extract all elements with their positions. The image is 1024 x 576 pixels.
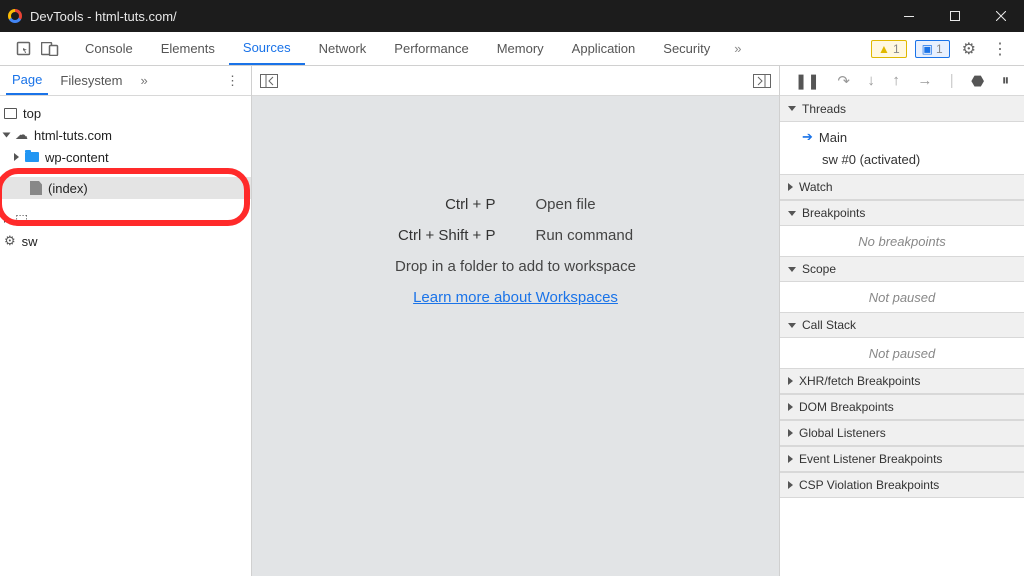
- section-callstack[interactable]: Call Stack: [780, 312, 1024, 338]
- nav-tab-filesystem[interactable]: Filesystem: [54, 66, 128, 95]
- collapse-icon: [14, 153, 19, 161]
- thread-main[interactable]: ➔Main: [780, 126, 1024, 148]
- debugger-sidebar: ❚❚ ↷ ↓ ↑ → | ⬣ ⏸ Threads ➔Main sw #0 (ac…: [780, 66, 1024, 576]
- tree-top-frame[interactable]: top: [0, 102, 251, 124]
- section-csp-breakpoints[interactable]: CSP Violation Breakpoints: [780, 472, 1024, 498]
- sources-editor: Ctrl + P Open file Ctrl + Shift + P Run …: [252, 66, 780, 576]
- shortcut-open-file-label: Open file: [536, 196, 636, 213]
- workspaces-link[interactable]: Learn more about Workspaces: [395, 289, 636, 306]
- step-icon[interactable]: →: [917, 72, 932, 89]
- cloud-icon: ☁: [15, 127, 28, 143]
- minimize-icon: [904, 16, 914, 17]
- folder-icon: [25, 152, 39, 162]
- tree-wp-content[interactable]: wp-content: [0, 146, 251, 168]
- separator-icon: |: [950, 72, 954, 89]
- close-icon: [996, 11, 1006, 21]
- tab-elements[interactable]: Elements: [147, 32, 229, 65]
- maximize-button[interactable]: [932, 0, 978, 32]
- chrome-logo-icon: [8, 9, 22, 23]
- minimize-button[interactable]: [886, 0, 932, 32]
- step-out-icon[interactable]: ↑: [892, 72, 900, 89]
- more-menu-icon[interactable]: ⋮: [988, 35, 1012, 63]
- section-event-breakpoints[interactable]: Event Listener Breakpoints: [780, 446, 1024, 472]
- section-breakpoints[interactable]: Breakpoints: [780, 200, 1024, 226]
- section-xhr-breakpoints[interactable]: XHR/fetch Breakpoints: [780, 368, 1024, 394]
- shortcut-run-command: Ctrl + Shift + P: [395, 227, 495, 244]
- pause-icon[interactable]: ❚❚: [795, 72, 820, 90]
- navigator-more-icon[interactable]: ⋮: [226, 73, 245, 89]
- tree-domain[interactable]: ☁ html-tuts.com: [0, 124, 251, 146]
- tab-memory[interactable]: Memory: [483, 32, 558, 65]
- section-threads[interactable]: Threads: [780, 96, 1024, 122]
- tree-webpack[interactable]: ⬚: [0, 208, 251, 230]
- step-into-icon[interactable]: ↓: [867, 72, 875, 89]
- tab-console[interactable]: Console: [71, 32, 147, 65]
- more-tabs-icon[interactable]: »: [724, 41, 751, 56]
- expand-icon: [3, 133, 11, 138]
- section-scope[interactable]: Scope: [780, 256, 1024, 282]
- callstack-empty: Not paused: [780, 338, 1024, 368]
- pause-on-exceptions-icon[interactable]: ⏸: [1002, 72, 1010, 89]
- file-icon: [30, 181, 42, 195]
- messages-count: 1: [936, 42, 943, 56]
- tree-index-file[interactable]: (index): [0, 177, 251, 199]
- gear-icon: ⚙: [4, 233, 16, 249]
- step-over-icon[interactable]: ↷: [837, 72, 850, 90]
- navigator-panel: Page Filesystem » ⋮ top ☁ html-tuts.com …: [0, 66, 252, 576]
- drop-folder-hint: Drop in a folder to add to workspace: [395, 258, 636, 275]
- close-button[interactable]: [978, 0, 1024, 32]
- webpack-icon: ⬚: [15, 211, 28, 228]
- thread-sw[interactable]: sw #0 (activated): [780, 148, 1024, 170]
- warnings-count: 1: [893, 42, 900, 56]
- active-thread-icon: ➔: [802, 129, 813, 145]
- file-tree: top ☁ html-tuts.com wp-content (index) ⬚: [0, 96, 251, 258]
- device-toggle-icon[interactable]: [41, 42, 59, 56]
- tab-security[interactable]: Security: [649, 32, 724, 65]
- message-icon: ▣: [922, 42, 933, 56]
- settings-gear-icon[interactable]: ⚙: [958, 35, 980, 63]
- nav-more-icon[interactable]: »: [135, 73, 154, 88]
- tab-network[interactable]: Network: [305, 32, 381, 65]
- inspect-element-icon[interactable]: [16, 41, 31, 56]
- warnings-badge[interactable]: ▲ 1: [871, 40, 907, 58]
- warning-icon: ▲: [878, 42, 890, 56]
- section-watch[interactable]: Watch: [780, 174, 1024, 200]
- breakpoints-empty: No breakpoints: [780, 226, 1024, 256]
- collapse-icon: [4, 215, 9, 223]
- deactivate-breakpoints-icon[interactable]: ⬣: [971, 72, 984, 90]
- section-dom-breakpoints[interactable]: DOM Breakpoints: [780, 394, 1024, 420]
- shortcut-run-command-label: Run command: [536, 227, 636, 244]
- tab-sources[interactable]: Sources: [229, 32, 305, 65]
- devtools-tabsbar: Console Elements Sources Network Perform…: [0, 32, 1024, 66]
- window-title: DevTools - html-tuts.com/: [30, 9, 177, 24]
- show-navigator-icon[interactable]: [260, 74, 278, 88]
- shortcut-open-file: Ctrl + P: [395, 196, 495, 213]
- messages-badge[interactable]: ▣ 1: [915, 40, 950, 58]
- nav-tab-page[interactable]: Page: [6, 66, 48, 95]
- tab-application[interactable]: Application: [558, 32, 650, 65]
- window-titlebar: DevTools - html-tuts.com/: [0, 0, 1024, 32]
- maximize-icon: [950, 11, 960, 21]
- frame-icon: [4, 108, 17, 119]
- scope-empty: Not paused: [780, 282, 1024, 312]
- show-debugger-icon[interactable]: [753, 74, 771, 88]
- tree-sw[interactable]: ⚙ sw: [0, 230, 251, 252]
- tab-performance[interactable]: Performance: [380, 32, 482, 65]
- section-global-listeners[interactable]: Global Listeners: [780, 420, 1024, 446]
